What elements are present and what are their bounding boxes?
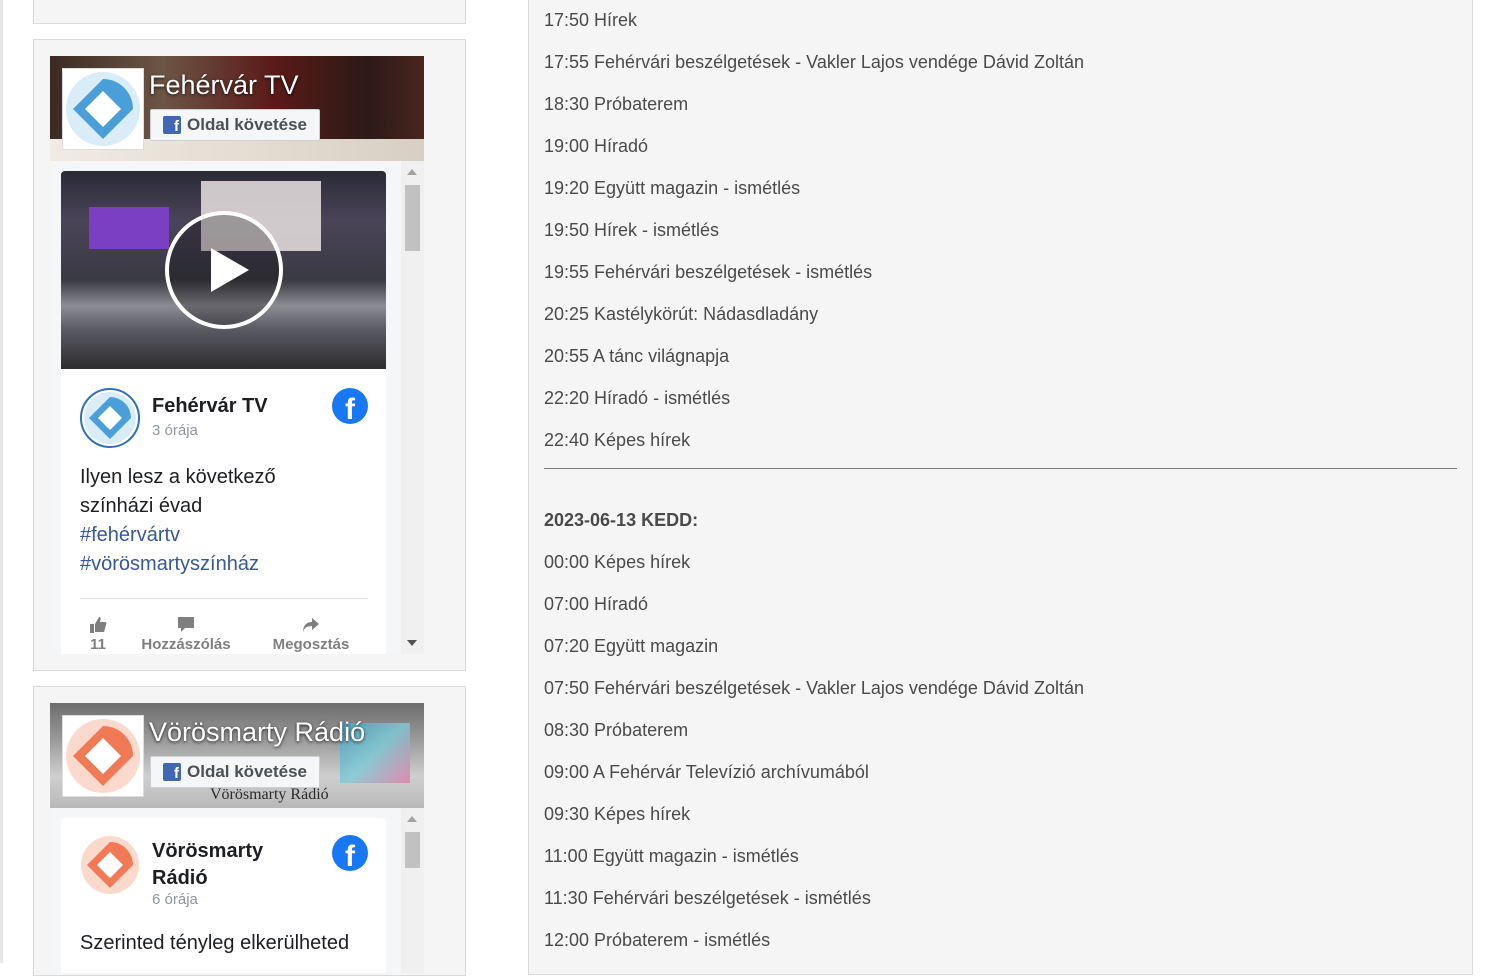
page-cover-image[interactable]: Vörösmarty Rádió Vörösmarty Rádió f Olda… [50, 703, 424, 808]
schedule-item: 17:50 Hírek [544, 10, 638, 30]
schedule-item: 19:00 Híradó [544, 136, 649, 156]
schedule-item: 17:55 Fehérvári beszélgetések - Vakler L… [544, 52, 1084, 72]
page-cover-image[interactable]: Fehérvár TV f Oldal követése [50, 56, 424, 161]
comment-icon [178, 617, 194, 632]
fehervar-tv-logo-icon [66, 72, 140, 146]
share-button[interactable]: Megosztás [261, 616, 361, 653]
schedule-item: 00:00 Képes hírek [544, 552, 691, 572]
schedule-item: 11:30 Fehérvári beszélgetések - ismétlés [544, 888, 871, 908]
schedule-item: 07:00 Híradó [544, 594, 649, 614]
schedule-item: 11:00 Együtt magazin - ismétlés [544, 846, 799, 866]
schedule-item: 19:20 Együtt magazin - ismétlés [544, 178, 801, 198]
scroll-up-arrow-icon[interactable] [407, 169, 417, 175]
facebook-icon[interactable]: f [332, 388, 368, 424]
scroll-down-arrow-icon[interactable] [407, 640, 417, 646]
fehervar-tv-avatar-icon [84, 392, 136, 444]
schedule-item: 12:00 Próbaterem - ismétlés [544, 930, 771, 950]
schedule-item: 20:55 A tánc világnapja [544, 346, 730, 366]
facebook-logo-icon: f [163, 116, 181, 134]
like-count: 11 [90, 636, 106, 653]
schedule-item: 19:50 Hírek - ismétlés [544, 220, 720, 240]
hashtag-link[interactable]: #fehérvártv [80, 521, 350, 550]
play-icon[interactable] [165, 211, 283, 329]
post-author-line: Rádió [152, 867, 208, 889]
facebook-icon[interactable]: f [332, 835, 368, 871]
schedule-item: 08:30 Próbaterem [544, 720, 689, 740]
schedule-item: 22:40 Képes hírek [544, 430, 691, 450]
post-author-avatar[interactable] [80, 835, 140, 895]
schedule-item: 20:25 Kastélykörút: Nádasdladány [544, 304, 819, 324]
follow-page-button[interactable]: f Oldal követése [150, 109, 321, 141]
thumbs-up-icon [90, 617, 107, 633]
post-timestamp[interactable]: 6 órája [152, 891, 198, 908]
page-logo[interactable] [62, 715, 144, 797]
facebook-page-plugin: Vörösmarty Rádió Vörösmarty Rádió f Olda… [50, 703, 424, 973]
page-timeline[interactable]: Fehérvár TV 3 órája f Ilyen lesz a követ… [50, 161, 424, 654]
schedule-item: 09:00 A Fehérvár Televízió archívumából [544, 762, 869, 782]
facebook-widget-fehervar-tv: Fehérvár TV f Oldal követése Fehérvár TV… [33, 39, 466, 671]
post-author-line: Vörösmarty [152, 840, 264, 862]
hashtag-link[interactable]: #vörösmartyszínház [80, 550, 350, 579]
facebook-page-plugin: Fehérvár TV f Oldal követése Fehérvár TV… [50, 56, 424, 654]
facebook-widget-vorosmarty-radio: Vörösmarty Rádió Vörösmarty Rádió f Olda… [33, 686, 466, 976]
tv-schedule-panel: 17:50 Hírek 17:55 Fehérvári beszélgetése… [528, 0, 1473, 975]
page-logo[interactable] [62, 68, 144, 150]
left-page-border [0, 0, 3, 963]
comment-label: Hozzászólás [141, 636, 231, 653]
timeline-scrollbar[interactable] [401, 161, 424, 654]
follow-page-button[interactable]: f Oldal követése [150, 756, 321, 788]
vorosmarty-radio-logo-icon [66, 719, 140, 793]
post-author-name[interactable]: Fehérvár TV [152, 395, 268, 418]
like-button[interactable]: 11 [83, 616, 113, 653]
scrollbar-thumb[interactable] [405, 832, 420, 868]
post-text-line: színházi évad [80, 495, 203, 517]
post-divider [80, 598, 368, 599]
share-icon [303, 618, 319, 632]
follow-button-label: Oldal követése [187, 762, 308, 781]
scroll-up-arrow-icon[interactable] [407, 816, 417, 822]
schedule-item: 19:55 Fehérvári beszélgetések - ismétlés [544, 262, 873, 282]
video-stage-screen [89, 207, 169, 249]
comment-button[interactable]: Hozzászólás [131, 616, 241, 653]
schedule-day-heading: 2023-06-13 KEDD: [544, 510, 699, 530]
cover-script-text: Vörösmarty Rádió [210, 786, 329, 803]
facebook-logo-icon: f [163, 763, 181, 781]
schedule-item: 07:20 Együtt magazin [544, 636, 719, 656]
page-name[interactable]: Fehérvár TV [149, 70, 299, 101]
follow-button-label: Oldal követése [187, 115, 308, 134]
post-text-line: Ilyen lesz a következő [80, 466, 276, 488]
post-video-thumbnail[interactable] [61, 171, 386, 369]
page-timeline[interactable]: Vörösmarty Rádió 6 órája f Szerinted tén… [50, 808, 424, 973]
page-name[interactable]: Vörösmarty Rádió [149, 717, 365, 748]
scrollbar-thumb[interactable] [405, 185, 420, 251]
share-label: Megosztás [272, 636, 350, 653]
previous-widget-frame [33, 0, 466, 24]
post-author-name[interactable]: Vörösmarty Rádió [152, 838, 263, 892]
timeline-post: Fehérvár TV 3 órája f Ilyen lesz a követ… [61, 171, 386, 654]
post-text: Szerinted tényleg elkerülheted [80, 932, 350, 954]
schedule-item: 22:20 Híradó - ismétlés [544, 388, 731, 408]
schedule-item: 09:30 Képes hírek [544, 804, 691, 824]
schedule-day-divider [544, 468, 1457, 469]
vorosmarty-radio-avatar-icon [81, 836, 139, 894]
schedule-item: 07:50 Fehérvári beszélgetések - Vakler L… [544, 678, 1084, 698]
post-timestamp[interactable]: 3 órája [152, 422, 198, 439]
schedule-item: 18:30 Próbaterem [544, 94, 689, 114]
post-text: Ilyen lesz a következő színházi évad #fe… [80, 463, 350, 579]
timeline-scrollbar[interactable] [401, 808, 424, 973]
post-author-avatar[interactable] [80, 388, 140, 448]
timeline-post: Vörösmarty Rádió 6 órája f Szerinted tén… [61, 818, 386, 973]
